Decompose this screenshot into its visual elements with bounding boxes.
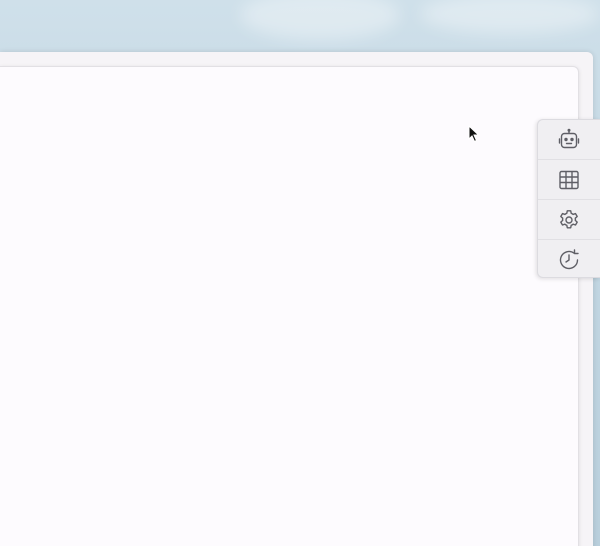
history-clock-icon [559,249,579,270]
table-button[interactable] [538,160,600,200]
gear-icon [560,209,578,228]
robot-icon [558,128,580,148]
wallpaper-cloud [420,0,600,34]
assistant-button[interactable] [538,120,600,160]
main-content-panel [0,66,579,546]
mouse-pointer-icon [468,125,480,143]
table-grid-icon [559,170,579,189]
side-toolbar [537,119,600,278]
history-button[interactable] [538,240,600,277]
settings-button[interactable] [538,200,600,240]
wallpaper-cloud [240,0,400,40]
